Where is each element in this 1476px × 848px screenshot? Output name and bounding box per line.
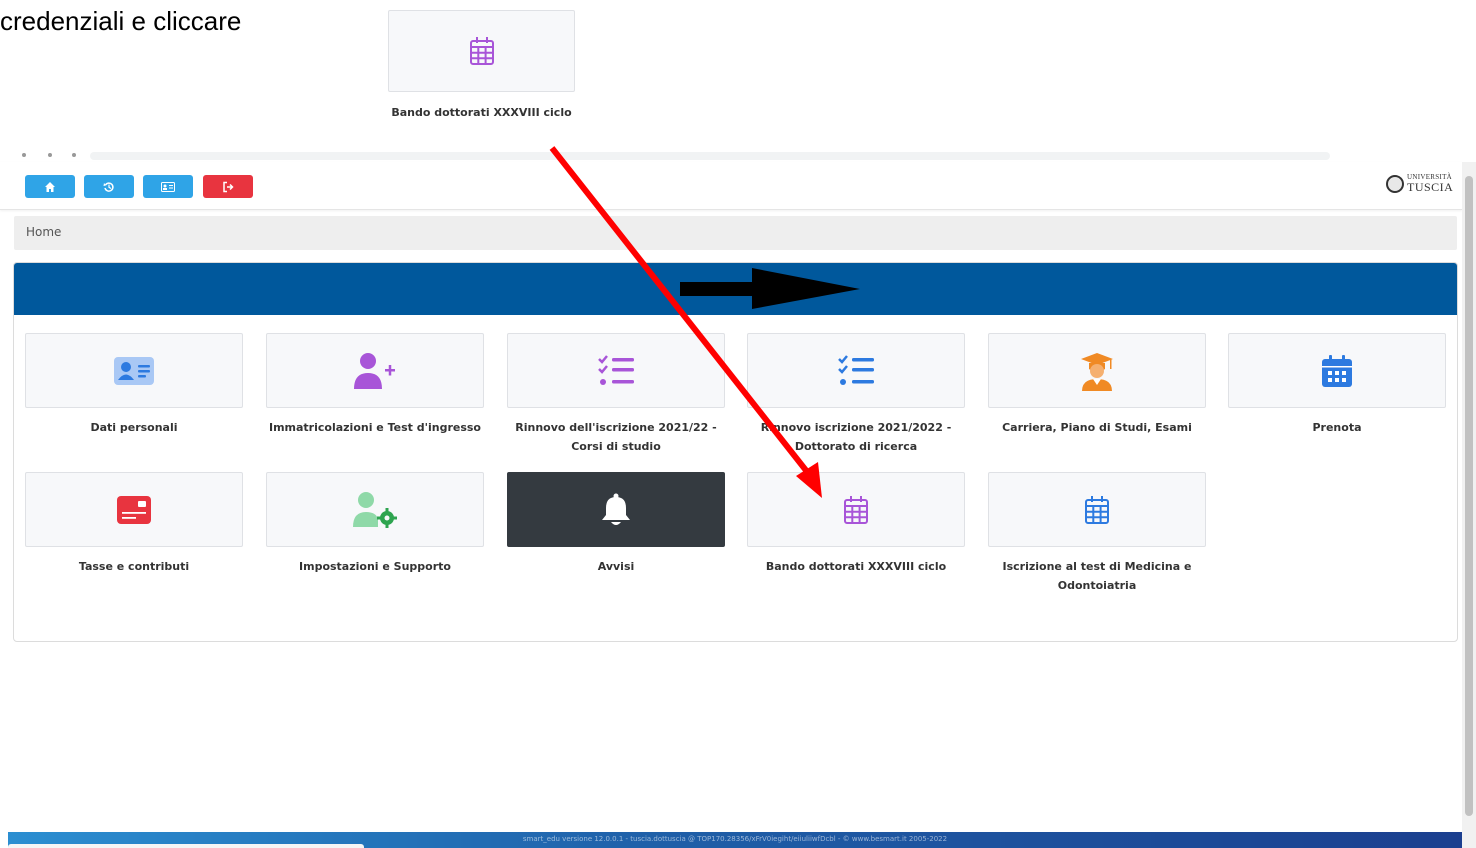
zoomed-tile-bando-dottorati (388, 10, 575, 92)
home-button[interactable] (25, 175, 75, 198)
id-card-button[interactable] (143, 175, 193, 198)
tile-rinnovo-corsi-di-studio[interactable] (507, 333, 725, 408)
tile-label: Immatricolazioni e Test d'ingresso (268, 421, 481, 434)
user-settings-icon (353, 491, 397, 528)
calendar-grid-icon (469, 37, 494, 65)
home-icon (45, 181, 55, 192)
checklist-icon (838, 354, 874, 385)
tile-label: Prenota (1312, 421, 1362, 434)
add-user-icon (354, 352, 395, 389)
credit-card-icon (117, 495, 151, 524)
tile-label: Tasse e contributi (78, 560, 190, 573)
graduate-icon (1081, 352, 1113, 391)
breadcrumb-home[interactable]: Home (26, 225, 61, 239)
tile-impostazioni-supporto[interactable] (266, 472, 484, 547)
panel-title: Tus (722, 279, 749, 299)
scrollbar-thumb[interactable] (1465, 176, 1473, 816)
tile-tasse-contributi[interactable] (25, 472, 243, 547)
tile-dati-personali[interactable] (25, 333, 243, 408)
breadcrumb: Home (14, 216, 1457, 250)
tile-label: Avvisi (597, 560, 635, 573)
logout-button[interactable] (203, 175, 253, 198)
tile-carriera[interactable] (988, 333, 1206, 408)
footer-text: smart_edu versione 12.0.0.1 - tuscia.dot… (522, 835, 948, 843)
panel-header: Tus (14, 263, 1457, 315)
browser-download-bar-fragment (8, 844, 364, 848)
tile-prenota[interactable] (1228, 333, 1446, 408)
id-card-icon (114, 356, 154, 385)
id-card-icon (161, 181, 175, 192)
browser-address-bar-fragment (0, 150, 1476, 162)
tile-label: Rinnovo dell'iscrizione 2021/22 - Corsi … (515, 421, 717, 453)
tile-immatricolazioni[interactable] (266, 333, 484, 408)
tile-label: Rinnovo iscrizione 2021/2022 - Dottorato… (760, 421, 952, 453)
tile-rinnovo-dottorato[interactable] (747, 333, 965, 408)
university-seal-icon (1386, 174, 1404, 193)
tile-label: Bando dottorati XXXVIII ciclo (765, 560, 947, 573)
tile-label: Carriera, Piano di Studi, Esami (1002, 421, 1192, 434)
checklist-icon (598, 354, 634, 385)
app-window: UNIVERSITÀ TUSCIA Home Tus Dati personal… (0, 162, 1462, 848)
calendar-icon (1322, 354, 1352, 387)
zoomed-tile-label: Bando dottorati XXXVIII ciclo (391, 106, 572, 119)
logout-icon (223, 181, 234, 192)
page-footer: smart_edu versione 12.0.0.1 - tuscia.dot… (8, 832, 1462, 848)
university-logo: UNIVERSITÀ TUSCIA (1386, 174, 1453, 193)
tile-iscrizione-test-medicina[interactable] (988, 472, 1206, 547)
tile-bando-dottorati[interactable] (747, 472, 965, 547)
logo-line-2: TUSCIA (1407, 180, 1454, 194)
bell-icon (602, 493, 630, 525)
services-panel: Tus Dati personali Immatricolazioni e Te… (13, 262, 1458, 642)
tile-avvisi[interactable] (507, 472, 725, 547)
tile-label: Impostazioni e Supporto (299, 560, 451, 573)
vertical-scrollbar[interactable] (1462, 162, 1476, 848)
document-caption: credenziali e cliccare (0, 6, 242, 36)
history-button[interactable] (84, 175, 134, 198)
calendar-grid-icon (1085, 495, 1109, 524)
top-toolbar: UNIVERSITÀ TUSCIA (0, 162, 1462, 210)
tile-label: Iscrizione al test di Medicina e Odontoi… (1002, 560, 1192, 592)
calendar-grid-icon (844, 495, 868, 524)
history-icon (103, 181, 114, 192)
tile-label: Dati personali (90, 421, 178, 434)
